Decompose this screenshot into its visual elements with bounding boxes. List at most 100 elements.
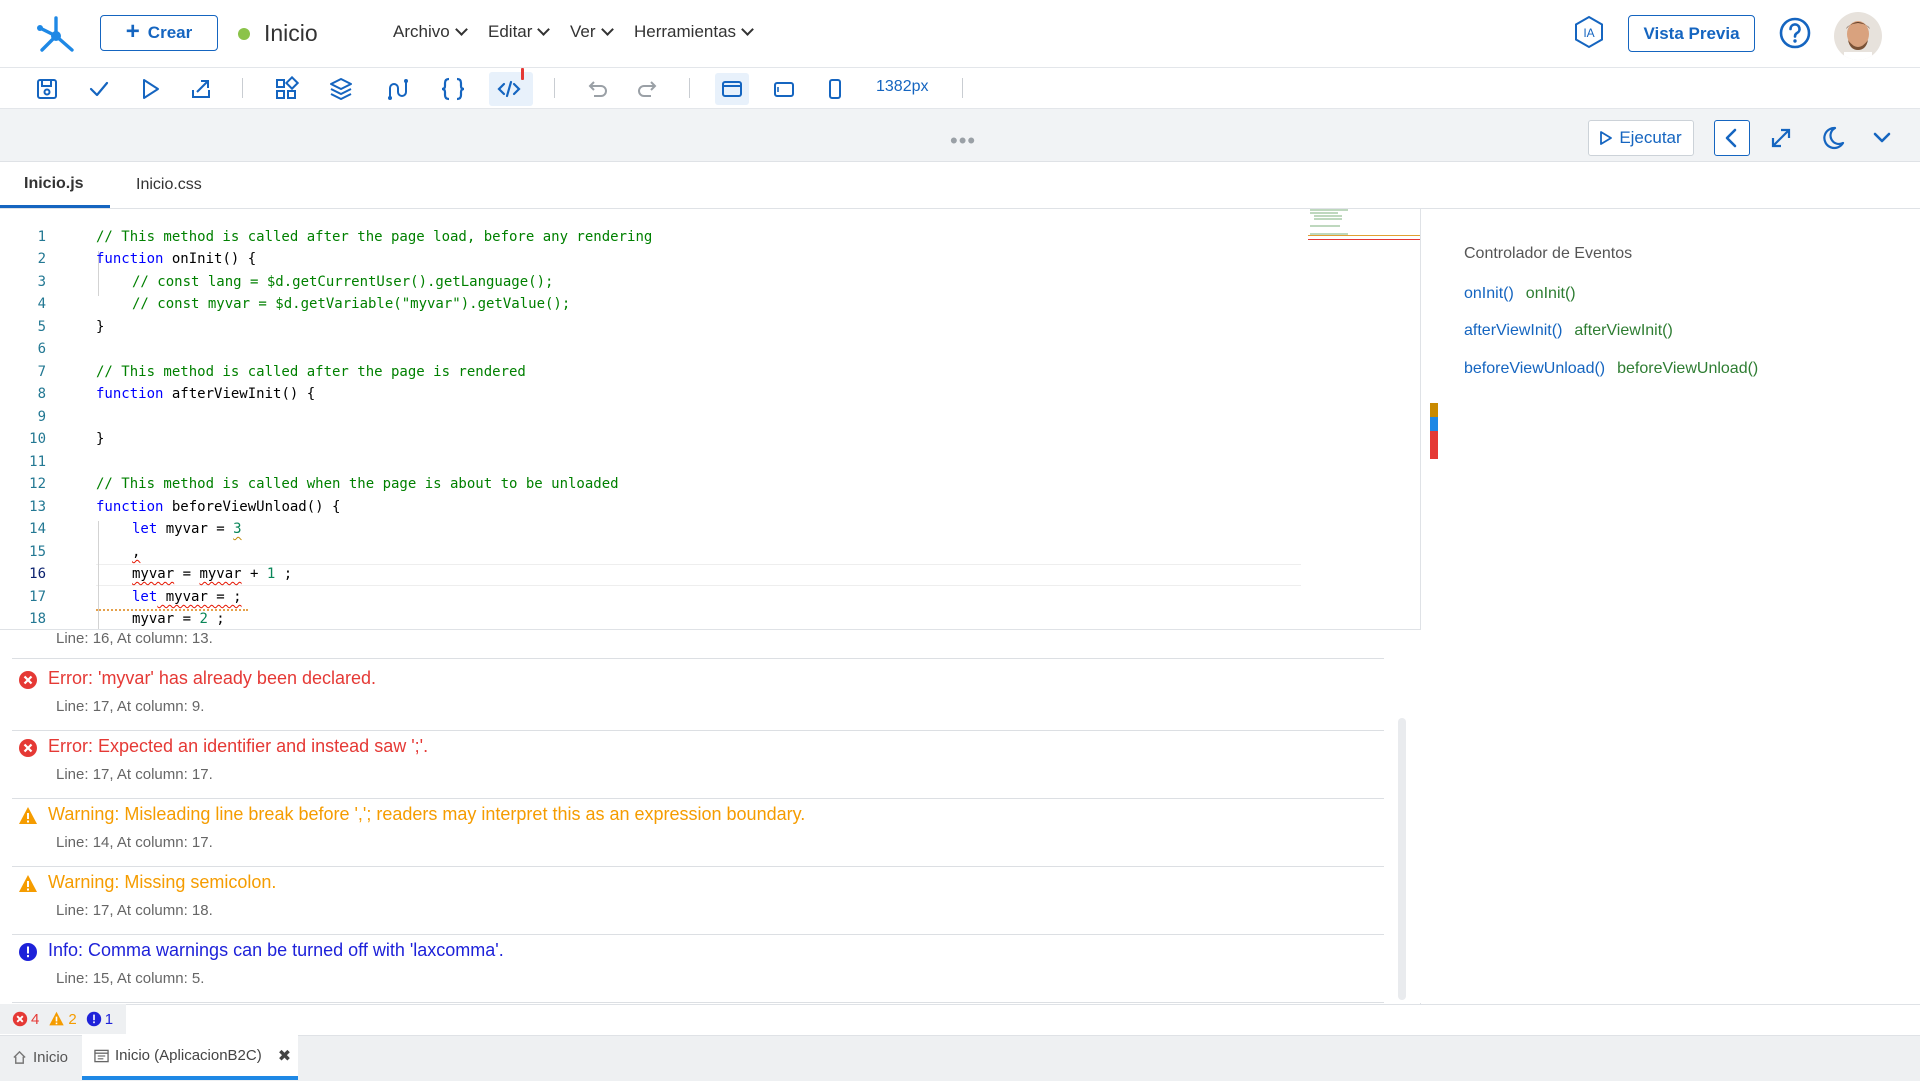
run-button[interactable]: Ejecutar (1588, 120, 1694, 156)
flow-icon[interactable] (383, 76, 409, 102)
code-line-14: let myvar = 3 (132, 521, 242, 537)
problems-scrollbar[interactable] (1398, 718, 1406, 1000)
tablet-icon[interactable] (771, 76, 797, 102)
menu-archivo[interactable]: Archivo (393, 22, 468, 42)
menu-label: Archivo (393, 22, 450, 41)
close-icon[interactable]: ✖ (278, 1046, 291, 1066)
code-text: , (132, 544, 141, 560)
event-link[interactable]: afterViewInit() (1464, 322, 1562, 340)
mobile-icon[interactable] (822, 76, 848, 102)
line-number: 6 (37, 341, 46, 357)
line-number: 18 (29, 611, 46, 627)
chevron-down-icon (600, 23, 614, 36)
code-line-15: , (132, 544, 140, 560)
help-icon[interactable] (1778, 16, 1812, 50)
code-line-3: // const lang = $d.getCurrentUser().getL… (132, 274, 554, 290)
ai-label: IA (1583, 26, 1594, 40)
menu-label: Herramientas (634, 22, 737, 41)
line-number: 16 (29, 566, 46, 582)
code-line-8: function afterViewInit() { (96, 386, 315, 402)
event-row-oninit: onInit() onInit() (1464, 285, 1576, 303)
play-icon (1600, 131, 1613, 145)
plus-icon: + (125, 18, 140, 45)
info-icon (19, 943, 37, 961)
line-number: 3 (37, 274, 46, 290)
code-editor[interactable]: 1 2 3 4 5 6 7 8 9 10 11 12 13 14 15 16 1… (0, 209, 1421, 629)
code-text: afterViewInit() { (163, 386, 316, 402)
code-line-7: // This method is called after the page … (96, 364, 526, 380)
expand-icon[interactable] (1767, 124, 1795, 152)
home-icon (13, 1050, 26, 1064)
undo-icon[interactable] (584, 76, 610, 102)
code-identifier: myvar (132, 566, 175, 582)
event-handler-link[interactable]: beforeViewUnload() (1617, 360, 1758, 378)
line-number: 11 (29, 454, 46, 470)
user-avatar[interactable] (1834, 12, 1882, 60)
event-handler-link[interactable]: onInit() (1526, 285, 1576, 303)
check-icon[interactable] (86, 76, 112, 102)
event-row-beforeviewunload: beforeViewUnload() beforeViewUnload() (1464, 360, 1758, 378)
code-text: ; (275, 566, 293, 582)
publish-icon[interactable] (188, 76, 214, 102)
warning-count: 2 (68, 1010, 77, 1028)
code-line-4: // const myvar = $d.getVariable("myvar")… (132, 296, 571, 312)
event-handler-link[interactable]: afterViewInit() (1574, 322, 1672, 340)
app-logo-icon[interactable] (34, 12, 78, 56)
file-tabs (0, 162, 1920, 209)
chevron-down-icon (537, 23, 551, 36)
create-button[interactable]: + Crear (100, 15, 218, 51)
error-icon (12, 1011, 28, 1027)
bottom-tab-home[interactable]: Inicio (12, 1035, 68, 1080)
problem-location: Line: 16, At column: 13. (56, 630, 213, 647)
error-icon (19, 739, 37, 757)
problem-counts[interactable]: 4 2 1 (0, 1004, 126, 1034)
drag-handle-icon[interactable]: ••• (950, 128, 976, 154)
problem-item[interactable]: Warning: Misleading line break before ',… (12, 798, 1384, 867)
problem-item[interactable]: Info: Comma warnings can be turned off w… (12, 934, 1384, 1003)
warning-icon (19, 875, 37, 892)
menu-editar[interactable]: Editar (488, 22, 551, 42)
redo-icon[interactable] (635, 76, 661, 102)
code-icon[interactable] (496, 76, 522, 102)
status-bar (0, 1004, 1920, 1035)
divider (12, 658, 1384, 659)
toolbar-separator (962, 78, 963, 98)
info-icon (86, 1011, 101, 1027)
tab-inicio-css[interactable]: Inicio.css (112, 162, 226, 208)
line-number: 7 (37, 364, 46, 380)
collapse-panel-button[interactable] (1714, 120, 1750, 156)
event-link[interactable]: beforeViewUnload() (1464, 360, 1605, 378)
ai-assistant-icon[interactable]: IA (1572, 15, 1606, 49)
line-number: 15 (29, 544, 46, 560)
problem-message: Warning: Missing semicolon. (48, 872, 277, 892)
layers-icon[interactable] (328, 76, 354, 102)
components-icon[interactable] (273, 76, 299, 102)
problem-item[interactable]: Warning: Missing semicolon. Line: 17, At… (12, 866, 1384, 935)
line-number: 8 (37, 386, 46, 402)
code-keyword: let (132, 589, 158, 605)
event-link[interactable]: onInit() (1464, 285, 1514, 303)
code-line-12: // This method is called when the page i… (96, 476, 619, 492)
problem-message: Error: Expected an identifier and instea… (48, 736, 429, 756)
play-icon[interactable] (137, 76, 163, 102)
problem-item[interactable]: Error: Expected an identifier and instea… (12, 730, 1384, 799)
problem-item[interactable]: Error: 'myvar' has already been declared… (12, 662, 1384, 731)
menu-ver[interactable]: Ver (570, 22, 614, 42)
code-line-1: // This method is called after the page … (96, 229, 653, 245)
overview-ruler (1430, 403, 1438, 459)
run-button-label: Ejecutar (1619, 128, 1682, 147)
toolbar-separator (554, 78, 555, 98)
menu-herramientas[interactable]: Herramientas (634, 22, 754, 42)
code-minimap[interactable] (1308, 208, 1420, 248)
chevron-down-icon[interactable] (1868, 124, 1896, 152)
code-text: myvar = ; (157, 589, 242, 605)
save-icon[interactable] (34, 76, 60, 102)
desktop-icon[interactable] (719, 76, 745, 102)
dark-mode-icon[interactable] (1818, 124, 1846, 152)
tab-inicio-js[interactable]: Inicio.js (0, 162, 110, 208)
bottom-tab-editor[interactable]: Inicio (AplicacionB2C) ✖ (82, 1035, 298, 1080)
menu-label: Ver (570, 22, 596, 41)
braces-icon[interactable] (440, 76, 466, 102)
preview-button[interactable]: Vista Previa (1628, 15, 1755, 52)
problem-message: Info: Comma warnings can be turned off w… (48, 940, 504, 960)
